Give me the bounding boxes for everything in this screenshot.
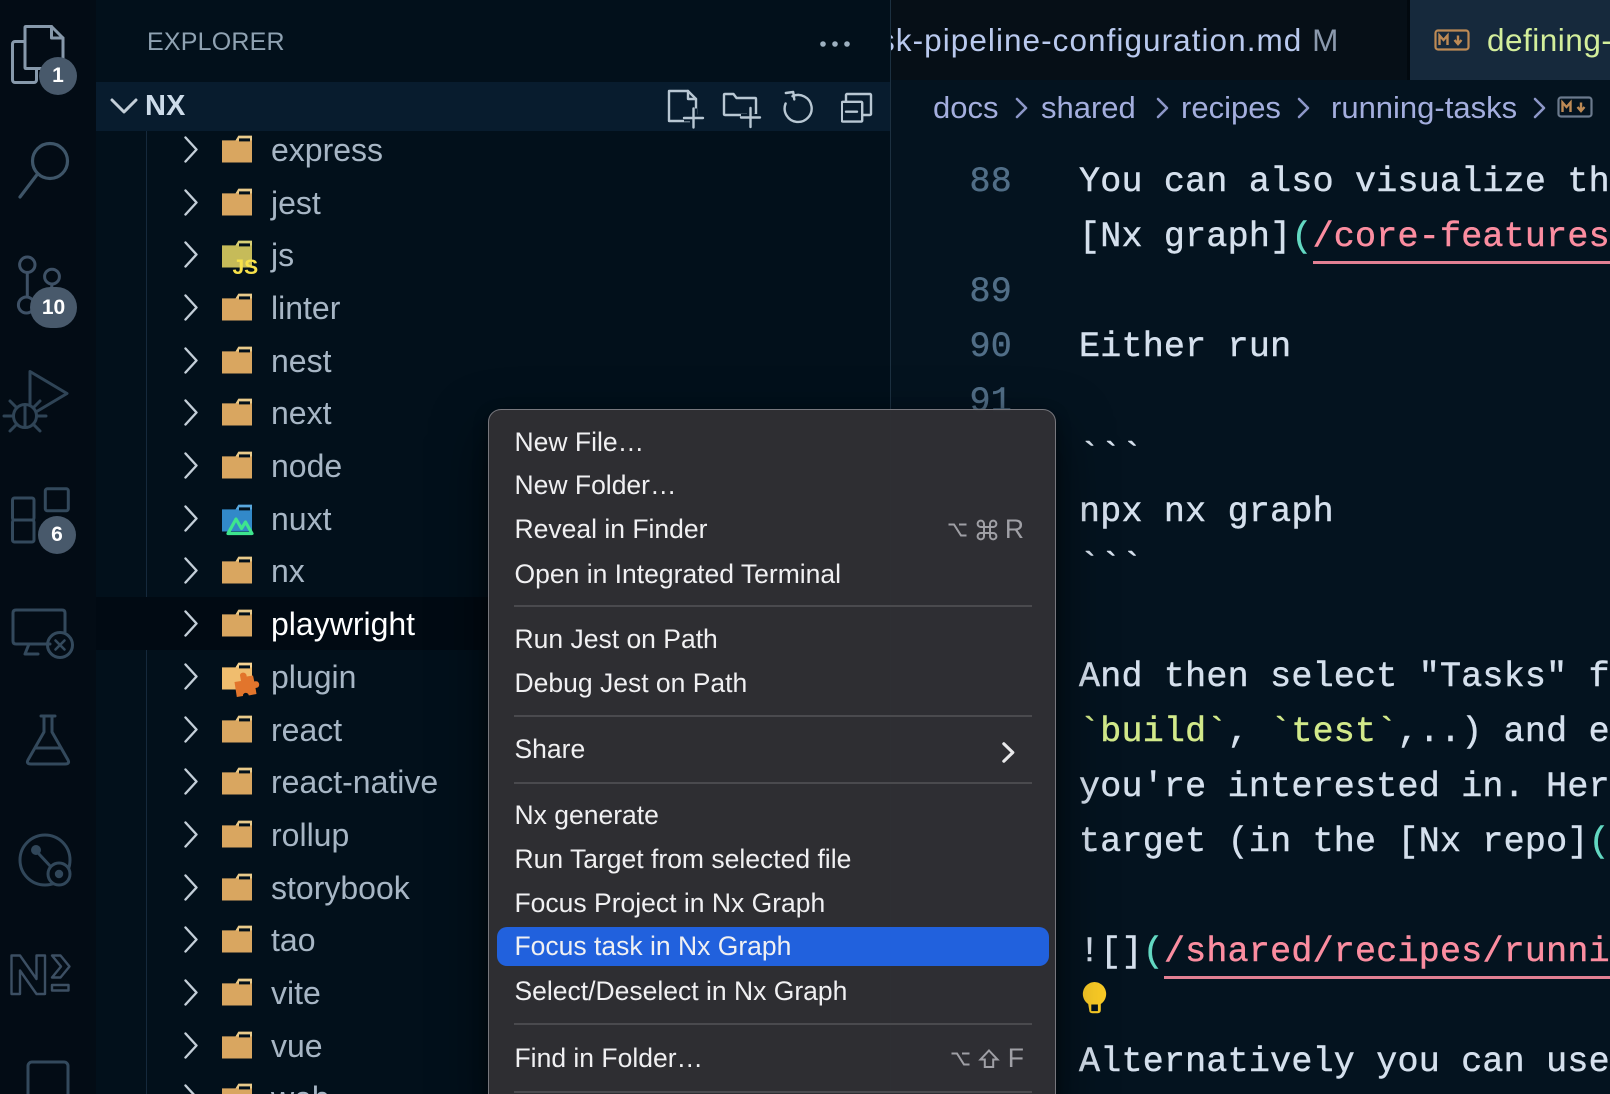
svg-text:JS: JS [233, 256, 259, 276]
